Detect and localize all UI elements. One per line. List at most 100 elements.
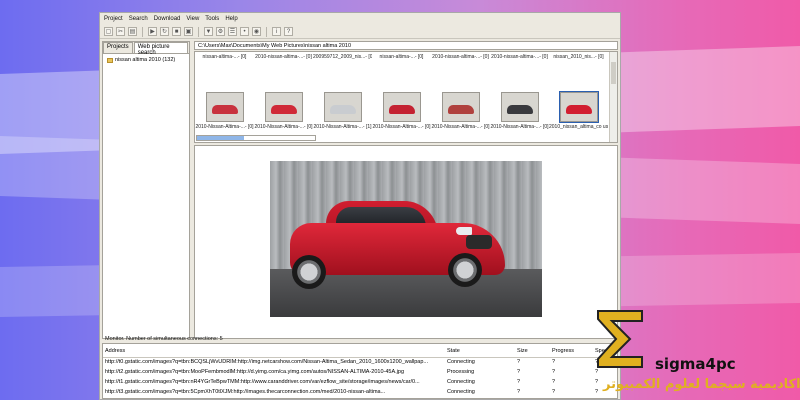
toolbar-divider [266, 26, 267, 37]
row-size: ? [517, 369, 521, 375]
row-state: Processing [447, 369, 475, 375]
toolbar: ▢ ✂ ▤ ▶ ↻ ■ ▣ ▼ ⚙ ☰ • ◉ i ? [100, 25, 620, 39]
thumbnail-caption: 2010-nissan-altima-...- [0] [491, 54, 548, 60]
menu-view[interactable]: View [186, 16, 199, 22]
thumbnail[interactable]: 200959712_2009_nis...- [0] [313, 54, 372, 60]
table-row[interactable]: http://t1.gstatic.com/images?q=tbn:nR4YG… [103, 379, 617, 388]
thumbnail-caption: 2010-Nissan-Altima-...- [0] [195, 124, 254, 130]
table-row[interactable]: http://t3.gstatic.com/images?q=tbn:5CpmX… [103, 389, 617, 398]
thumbnail[interactable]: 2010-Nissan-Altima-...- [0] [431, 92, 490, 130]
path-bar[interactable]: C:\Users\Max\Documents\My Web Pictures\n… [194, 41, 618, 50]
car-headlight [456, 227, 472, 235]
monitor-title: Monitor. Number of simultaneous connecti… [105, 336, 223, 342]
thumbnail-caption: 2010-Nissan-Altima-...- [0] [372, 124, 431, 130]
thumbnail-row: 2010-Nissan-Altima-...- [0] 2010-Nissan-… [195, 91, 611, 130]
logo-arabic-text: اكاديمية سيجما لعلوم الكمبيوتر [603, 377, 800, 392]
refresh-icon[interactable]: ↻ [160, 27, 169, 36]
thumbnail-caption: 2010-Nissan-Altima-...- [0] [490, 124, 549, 130]
image-preview [194, 145, 618, 339]
row-address: http://t2.gstatic.com/images?q=tbn:MooPF… [105, 369, 405, 375]
thumbnail-caption: 2010-Nissan-Altima-...- [0] [254, 124, 313, 130]
connect-icon[interactable]: ◉ [252, 27, 261, 36]
row-state: Connecting [447, 389, 475, 395]
play-icon[interactable]: ▶ [148, 27, 157, 36]
panel-tabs: Projects Web picture search [103, 42, 189, 56]
car-image [329, 105, 356, 114]
thumbnail[interactable]: nissan-altima-...- [0] [372, 54, 431, 60]
app-window: Project Search Download View Tools Help … [99, 12, 621, 400]
column-size[interactable]: Size [517, 348, 547, 354]
thumbnail-caption: 2010-Nissan-Altima-...- [1] [313, 124, 372, 130]
thumbnail-image [382, 92, 421, 122]
progress-fill [197, 136, 245, 140]
column-state[interactable]: State [447, 348, 517, 354]
car-photo [270, 161, 542, 317]
thumbnail-image [323, 92, 362, 122]
stop-icon[interactable]: ■ [172, 27, 181, 36]
options-icon[interactable]: • [240, 27, 249, 36]
thumbnail-image [558, 91, 599, 123]
thumbnail-grid: nissan-altima-...- [0] 2010-nissan-altim… [194, 51, 618, 143]
car-image [506, 105, 533, 114]
thumbnail[interactable]: nissan_2010_nis...- [0] [549, 54, 608, 60]
thumbnail[interactable]: 2010-Nissan-Altima-...- [0] [490, 92, 549, 130]
toolbar-divider [142, 26, 143, 37]
connection-monitor: Monitor. Number of simultaneous connecti… [102, 336, 618, 399]
new-icon[interactable]: ▢ [104, 27, 113, 36]
column-address[interactable]: Address [105, 348, 445, 354]
thumbnail-caption: 200959712_2009_nis...- [0] [313, 54, 372, 60]
row-address: http://t3.gstatic.com/images?q=tbn:5CpmX… [105, 389, 386, 395]
thumbnail[interactable]: 2010-Nissan-Altima-...- [0] [372, 92, 431, 130]
table-row[interactable]: http://t0.gstatic.com/images?q=tbn:BCQSL… [103, 359, 617, 368]
tree-item-label: nissan altima 2010 (132) [115, 57, 176, 63]
thumbnail[interactable]: 2010-nissan-altima-...- [0] [490, 54, 549, 60]
thumbnail-caption: 2010_nissan_altima_co use_images_main.jp… [549, 124, 608, 130]
thumbnail[interactable]: 2010-Nissan-Altima-...- [0] [254, 92, 313, 130]
thumbnail[interactable]: 2010-nissan-altima-...- [0] [431, 54, 490, 60]
thumbnail-row: nissan-altima-...- [0] 2010-nissan-altim… [195, 54, 611, 60]
thumbnail-caption: 2010-nissan-altima-...- [0] [432, 54, 489, 60]
thumbnail-image [441, 92, 480, 122]
thumbnail[interactable]: 2010-Nissan-Altima-...- [0] [195, 92, 254, 130]
thumbnail-image [205, 92, 244, 122]
car-wheel [448, 253, 482, 287]
car-image [447, 105, 474, 114]
thumbnail-caption: 2010-Nissan-Altima-...- [0] [431, 124, 490, 130]
thumbnail-selected[interactable]: 2010_nissan_altima_co use_images_main.jp… [549, 91, 608, 130]
thumbnail-caption: nissan-altima-...- [0] [379, 54, 424, 60]
car-image [388, 105, 415, 114]
thumbnail[interactable]: nissan-altima-...- [0] [195, 54, 254, 60]
table-row[interactable]: http://t2.gstatic.com/images?q=tbn:MooPF… [103, 369, 617, 378]
thumbnail-image [500, 92, 539, 122]
menu-bar: Project Search Download View Tools Help [100, 13, 624, 24]
car-wheel [292, 255, 326, 289]
thumbnail-caption: 2010-nissan-altima-...- [0] [255, 54, 312, 60]
help-icon[interactable]: ? [284, 27, 293, 36]
car-image [270, 105, 297, 114]
menu-download[interactable]: Download [154, 16, 181, 22]
info-icon[interactable]: i [272, 27, 281, 36]
menu-project[interactable]: Project [104, 16, 123, 22]
thumbnail-image [264, 92, 303, 122]
menu-tools[interactable]: Tools [205, 16, 219, 22]
row-address: http://t0.gstatic.com/images?q=tbn:BCQSL… [105, 359, 428, 365]
thumbnail-caption: nissan_2010_nis...- [0] [553, 54, 604, 60]
tab-projects[interactable]: Projects [103, 42, 133, 53]
tab-web-picture-search[interactable]: Web picture search [133, 42, 188, 56]
download-progress-bar [196, 135, 316, 141]
list-icon[interactable]: ☰ [228, 27, 237, 36]
row-state: Connecting [447, 379, 475, 385]
thumbnail[interactable]: 2010-Nissan-Altima-...- [1] [313, 92, 372, 130]
settings-icon[interactable]: ⚙ [216, 27, 225, 36]
row-size: ? [517, 379, 521, 385]
filter-icon[interactable]: ▼ [204, 27, 213, 36]
menu-search[interactable]: Search [129, 16, 148, 22]
save-icon[interactable]: ▣ [184, 27, 193, 36]
open-icon[interactable]: ▤ [128, 27, 137, 36]
cut-icon[interactable]: ✂ [116, 27, 125, 36]
scrollbar-thumb[interactable] [611, 62, 616, 84]
sigma-logo-icon [597, 310, 643, 368]
menu-help[interactable]: Help [225, 16, 237, 22]
thumbnail-scrollbar[interactable] [609, 52, 617, 142]
thumbnail[interactable]: 2010-nissan-altima-...- [0] [254, 54, 313, 60]
